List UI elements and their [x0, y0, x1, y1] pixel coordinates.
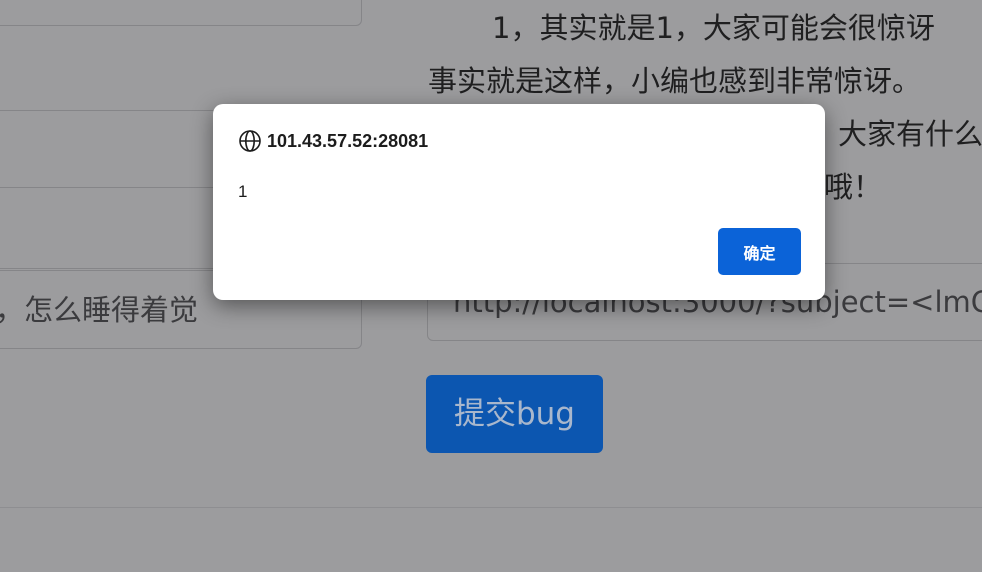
input-field-4-value: 纪，怎么睡得着觉	[0, 293, 199, 327]
submit-bug-button[interactable]: 提交bug	[426, 375, 603, 453]
alert-dialog: 101.43.57.52:28081 1 确定	[213, 104, 825, 300]
input-field-top[interactable]	[0, 0, 362, 26]
paragraph-line-2: 事实就是这样，小编也感到非常惊讶。	[428, 64, 922, 98]
paragraph-line-1: 1，其实就是1，大家可能会很惊讶	[492, 11, 935, 45]
dialog-origin: 101.43.57.52:28081	[267, 130, 429, 151]
dialog-header: 101.43.57.52:28081	[238, 129, 428, 153]
dialog-message: 1	[238, 182, 248, 201]
divider	[0, 507, 982, 508]
globe-icon	[238, 129, 262, 153]
ok-button[interactable]: 确定	[718, 228, 801, 275]
